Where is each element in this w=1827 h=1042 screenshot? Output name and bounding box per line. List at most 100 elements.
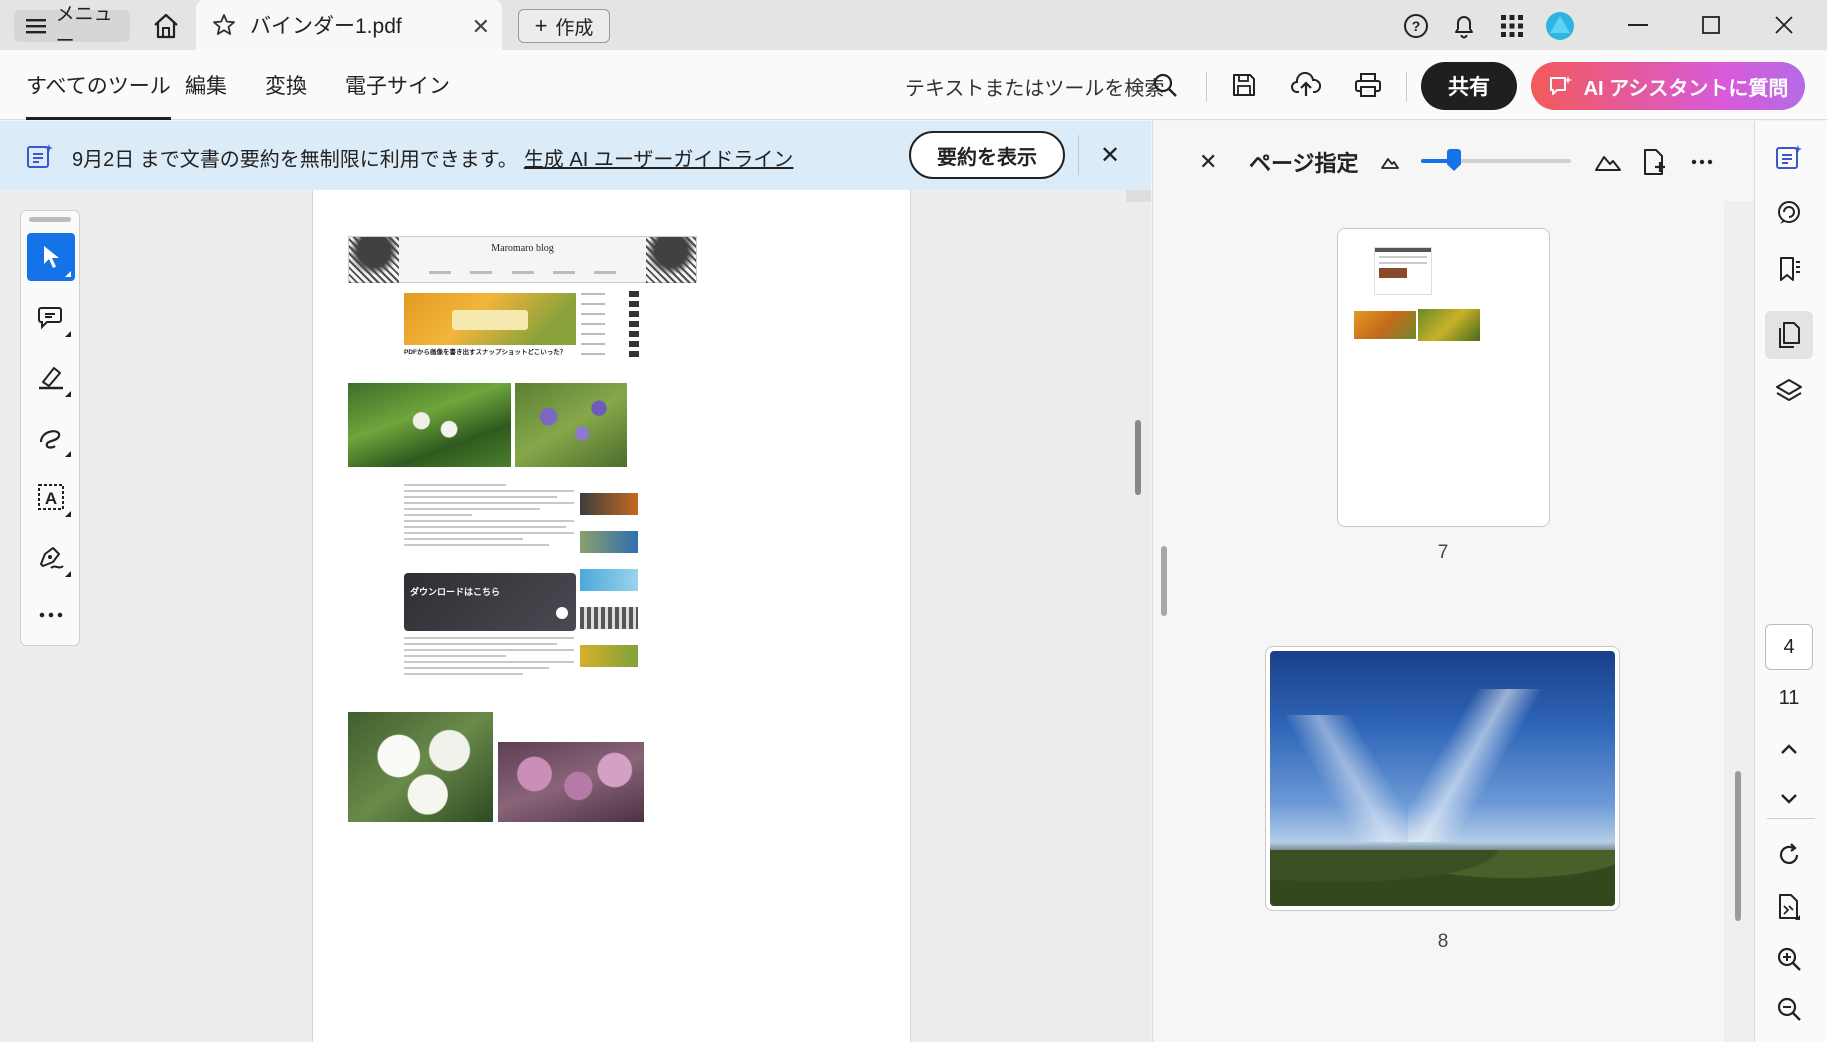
panel-resize-grip[interactable] [1161, 546, 1167, 616]
save-icon[interactable] [1227, 68, 1261, 102]
slider-handle[interactable] [1447, 149, 1461, 171]
pages-icon [1779, 322, 1800, 348]
total-pages: 11 [1778, 687, 1800, 709]
thumb-mini-content [1374, 247, 1432, 295]
post-body-text-2 [404, 637, 574, 679]
pages-rail-button[interactable] [1765, 311, 1813, 359]
svg-text:?: ? [1412, 18, 1421, 34]
cursor-icon [44, 246, 59, 268]
panel-close-icon[interactable]: ✕ [1199, 149, 1217, 175]
maximize-button[interactable] [1686, 6, 1736, 44]
tab-all-tools[interactable]: すべてのツール [26, 50, 171, 120]
create-button[interactable]: + 作成 [518, 9, 610, 43]
banner-divider [1078, 135, 1079, 175]
thumbnail-zoom-slider[interactable] [1421, 149, 1571, 171]
download-banner[interactable]: ダウンロードはこちら [404, 573, 576, 631]
document-tab[interactable]: バインダー1.pdf ✕ [196, 0, 502, 50]
sign-tool-button[interactable] [27, 533, 75, 581]
post-hero-image [404, 293, 576, 345]
hero-caption [452, 310, 528, 330]
bookmarks-rail-button[interactable] [1765, 245, 1813, 293]
page-display-icon [1779, 894, 1800, 920]
cloud-upload-icon[interactable] [1289, 68, 1323, 102]
home-button[interactable] [146, 10, 186, 42]
document-scrollbar[interactable] [1126, 190, 1151, 1042]
quick-tools-bar: A [20, 210, 80, 646]
page-thumbnail[interactable] [1337, 228, 1550, 527]
apps-grid-icon[interactable] [1495, 9, 1529, 43]
tab-e-sign[interactable]: 電子サイン [345, 50, 450, 120]
post-body-text [404, 484, 574, 550]
category-widget [581, 290, 639, 362]
help-icon[interactable]: ? [1399, 9, 1433, 43]
zoom-in-mountain-icon[interactable] [1591, 145, 1625, 179]
comment-icon [38, 307, 62, 330]
menu-label: メニュー [55, 4, 113, 52]
freehand-icon [39, 430, 61, 449]
panel-scrollbar-thumb[interactable] [1735, 771, 1741, 921]
page-number-label: 8 [1437, 931, 1449, 952]
app-window: メニュー バインダー1.pdf ✕ + 作成 ? すべてのツール 編集 変換 電… [0, 0, 1827, 1042]
layers-rail-button[interactable] [1765, 367, 1813, 415]
show-summary-button[interactable]: 要約を表示 [909, 131, 1065, 179]
page-view-button[interactable] [1765, 883, 1813, 931]
bell-icon[interactable] [1447, 9, 1481, 43]
document-scrollbar-thumb[interactable] [1135, 420, 1141, 495]
insert-page-icon[interactable] [1637, 145, 1671, 179]
previous-page-button[interactable] [1765, 725, 1813, 773]
zoom-out-button[interactable] [1765, 985, 1813, 1033]
print-icon[interactable] [1351, 68, 1385, 102]
comment-tool-button[interactable] [27, 293, 75, 341]
thumb-photo-yellow [1418, 309, 1480, 341]
minimize-button[interactable] [1613, 6, 1663, 44]
ai-summary-rail-button[interactable] [1765, 133, 1813, 181]
highlighter-icon [39, 367, 63, 390]
zoom-out-mountain-icon[interactable] [1373, 145, 1407, 179]
ai-assistant-button[interactable]: AI アシスタントに質問 [1531, 62, 1805, 110]
submenu-indicator [65, 451, 71, 457]
create-label: 作成 [555, 17, 594, 39]
download-title: ダウンロードはこちら [410, 587, 501, 597]
text-tool-button[interactable]: A [27, 473, 75, 521]
sky-photo [1270, 651, 1615, 906]
share-button[interactable]: 共有 [1421, 62, 1517, 110]
submenu-indicator [65, 511, 71, 517]
select-tool-button[interactable] [27, 233, 75, 281]
tab-title: バインダー1.pdf [250, 15, 402, 38]
tab-convert[interactable]: 変換 [265, 50, 307, 120]
chevron-up-icon [1781, 744, 1797, 754]
tab-close-icon[interactable]: ✕ [472, 14, 490, 40]
close-window-button[interactable] [1759, 6, 1809, 44]
scroll-up-button[interactable] [1126, 190, 1151, 202]
post-title: PDFから画像を書き出すスナップショットどこいった？ [404, 349, 567, 356]
tab-convert-label: 変換 [265, 75, 307, 98]
menu-button[interactable]: メニュー [14, 4, 130, 52]
bookmark-icon [1780, 257, 1800, 281]
banner-close-icon[interactable]: ✕ [1100, 141, 1120, 170]
iris-white-photo [348, 383, 511, 467]
ai-guidelines-link[interactable]: 生成 AI ユーザーガイドライン [524, 149, 794, 171]
blog-title: Maromaro blog [491, 243, 554, 254]
search-icon[interactable] [1148, 68, 1182, 102]
more-tools-button[interactable] [27, 591, 75, 639]
next-page-button[interactable] [1765, 775, 1813, 823]
rotate-button[interactable] [1765, 831, 1813, 879]
ai-summary-banner: 9月2日 まで文書の要約を無制限に利用できます。 生成 AI ユーザーガイドライン… [0, 121, 1151, 190]
zoom-in-button[interactable] [1765, 935, 1813, 983]
blog-header-image: Maromaro blog [348, 236, 697, 283]
svg-text:A: A [45, 489, 57, 508]
toolbar-grip[interactable] [29, 217, 71, 222]
star-icon[interactable] [212, 13, 236, 37]
panel-header: ✕ ページ指定 [1153, 121, 1754, 201]
tab-e-sign-label: 電子サイン [345, 75, 450, 98]
avatar[interactable] [1543, 9, 1577, 43]
tab-edit[interactable]: 編集 [185, 50, 227, 120]
page-thumbnail[interactable] [1265, 646, 1620, 911]
highlight-tool-button[interactable] [27, 353, 75, 401]
current-page-input[interactable]: 4 [1765, 624, 1813, 670]
more-options-icon[interactable] [1685, 145, 1719, 179]
banner-message-text: 9月2日 まで文書の要約を無制限に利用できます。 [72, 149, 518, 171]
comments-rail-button[interactable] [1765, 189, 1813, 237]
tool-search-input[interactable]: テキストまたはツールを検索 [905, 72, 1164, 101]
draw-tool-button[interactable] [27, 413, 75, 461]
